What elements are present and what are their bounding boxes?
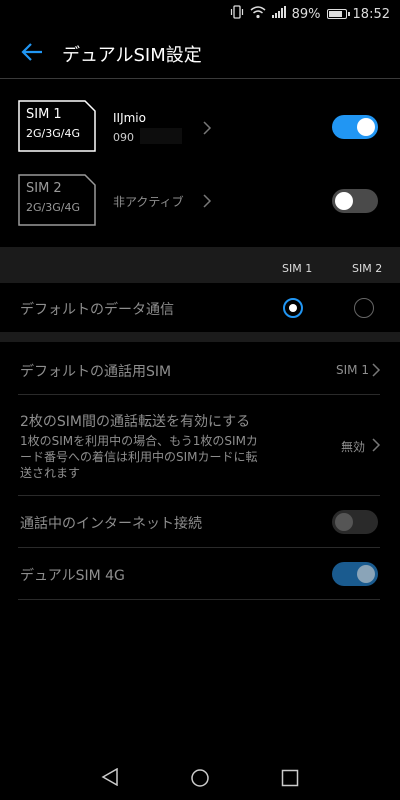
sim1-chevron-right-icon[interactable] xyxy=(202,120,212,135)
call-forward-desc-2: ード番号への着信は利用中のSIMカードに転 xyxy=(20,450,258,464)
sim1-carrier: IIJmio xyxy=(113,111,146,125)
wifi-icon xyxy=(250,5,266,23)
back-triangle-icon[interactable] xyxy=(101,767,119,790)
sim2-chevron-right-icon[interactable] xyxy=(202,193,212,208)
sim2-gen: 2G/3G/4G xyxy=(26,201,80,214)
default-data-radio-sim2[interactable] xyxy=(354,298,374,318)
default-data-label: デフォルトのデータ通信 xyxy=(20,302,174,318)
internet-in-call-label: 通話中のインターネット接続 xyxy=(20,516,202,532)
number-redaction xyxy=(140,128,182,144)
radio-dot xyxy=(289,304,297,312)
divider xyxy=(18,394,380,395)
call-forward-value: 無効 xyxy=(341,440,366,454)
back-arrow-icon[interactable] xyxy=(20,40,44,64)
default-call-chevron-right-icon[interactable] xyxy=(371,362,381,377)
recents-square-icon[interactable] xyxy=(281,769,299,791)
call-forward-desc-1: 1枚のSIMを利用中の場合、もう1枚のSIMカ xyxy=(20,434,258,448)
sim2-card-icon: SIM 2 2G/3G/4G xyxy=(18,174,96,226)
sim2-name: SIM 2 xyxy=(26,181,62,196)
toggle-knob xyxy=(357,565,375,583)
default-call-label[interactable]: デフォルトの通話用SIM xyxy=(20,361,171,381)
home-circle-icon[interactable] xyxy=(190,768,210,792)
column-sim1: SIM 1 xyxy=(282,262,313,275)
column-sim2: SIM 2 xyxy=(352,262,383,275)
call-forward-title[interactable]: 2枚のSIM間の通話転送を有効にする xyxy=(20,411,250,431)
toggle-knob xyxy=(335,192,353,210)
dual-4g-toggle[interactable] xyxy=(332,562,378,586)
page-title: デュアルSIM設定 xyxy=(62,45,202,66)
vibrate-icon xyxy=(230,5,244,23)
sim1-toggle[interactable] xyxy=(332,115,378,139)
call-forward-chevron-right-icon[interactable] xyxy=(371,437,381,452)
default-call-value: SIM 1 xyxy=(336,363,369,377)
sim2-status: 非アクティブ xyxy=(113,195,184,209)
section-band xyxy=(0,247,400,283)
sim2-toggle[interactable] xyxy=(332,189,378,213)
default-data-radio-sim1[interactable] xyxy=(283,298,303,318)
status-bar: 89% 18:52 xyxy=(0,0,400,28)
dual-4g-label: デュアルSIM 4G xyxy=(20,568,125,584)
section-gap xyxy=(0,332,400,342)
battery-icon xyxy=(326,9,350,19)
toggle-knob xyxy=(335,513,353,531)
navigation-bar xyxy=(0,750,400,800)
sim1-name: SIM 1 xyxy=(26,107,62,122)
sim1-number: 090 xyxy=(113,131,134,144)
internet-in-call-toggle[interactable] xyxy=(332,510,378,534)
battery-percent: 89% xyxy=(291,6,321,22)
call-forward-desc-3: 送されます xyxy=(20,466,81,480)
signal-icon xyxy=(271,6,286,22)
divider xyxy=(18,495,380,496)
status-icons: 89% 18:52 xyxy=(230,5,390,23)
sim1-gen: 2G/3G/4G xyxy=(26,127,80,140)
divider xyxy=(18,547,380,548)
divider xyxy=(18,599,380,600)
sim1-card-icon: SIM 1 2G/3G/4G xyxy=(18,100,96,152)
toggle-knob xyxy=(357,118,375,136)
battery-fill xyxy=(328,11,342,17)
clock: 18:52 xyxy=(352,6,390,22)
